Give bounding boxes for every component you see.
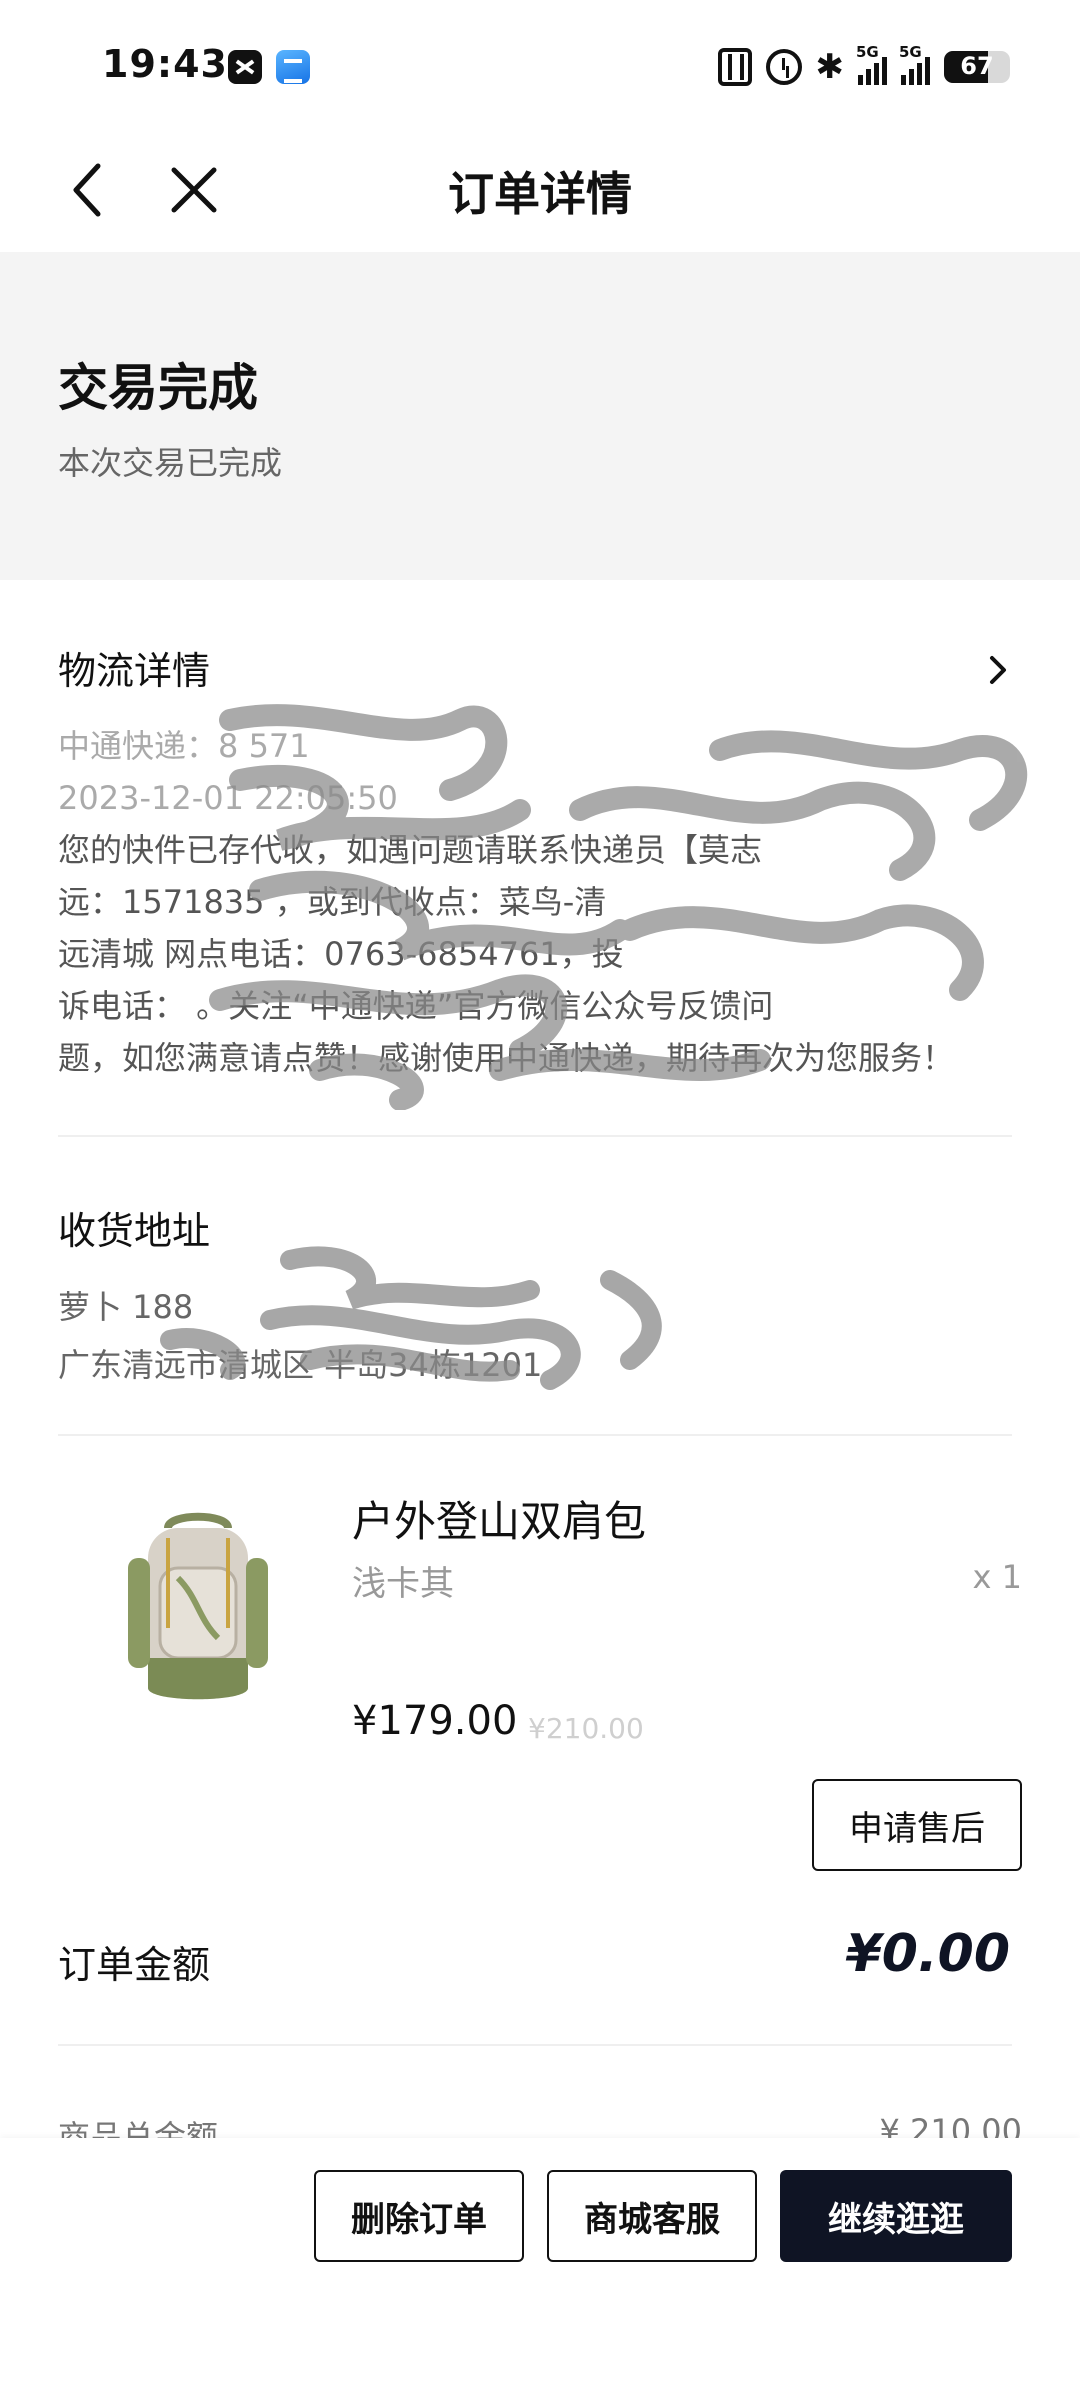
logistics-message-line: 题，如您满意请点赞！感谢使用中通快递，期待再次为您服务！: [58, 1039, 955, 1077]
page-title: 订单详情: [448, 167, 632, 221]
bottom-action-bar: 删除订单 商城客服 继续逛逛: [0, 2138, 1080, 2392]
network-type-label: 5G: [856, 43, 879, 61]
order-status-subtitle: 本次交易已完成: [58, 444, 283, 482]
carrier-name: 中通快递: [58, 727, 187, 765]
alarm-icon: [765, 49, 802, 85]
logistics-message-line: 远清城 网点电话：0763-6854761，投: [58, 935, 624, 973]
logistics-message-line: 诉电话： 。关注“中通快递”官方微信公众号反馈问: [58, 987, 774, 1025]
nav-header: 订单详情: [0, 130, 1080, 252]
address-line: 广东清远市清城区 半岛34栋1201: [58, 1346, 543, 1384]
product-original-price: ¥210.00: [528, 1712, 644, 1745]
recipient-line: 萝卜 188: [58, 1288, 194, 1326]
nfc-icon: [717, 48, 752, 86]
order-status-banner: 交易完成 本次交易已完成: [0, 252, 1080, 580]
status-icons: ✱ 5G 5G 67: [717, 43, 1010, 90]
stack-app-icon: [276, 50, 310, 84]
network-type-label: 5G: [899, 43, 922, 61]
product-quantity: x 1: [972, 1558, 1022, 1596]
tracking-line: 中通快递：8 571: [58, 727, 310, 765]
delete-order-button[interactable]: 删除订单: [314, 2170, 524, 2262]
battery-level: 67: [960, 52, 994, 80]
logistics-info[interactable]: 中通快递：8 571 2023-12-01 22:05:50 您的快件已存代收，…: [58, 720, 1018, 1084]
status-bar: 19:43 ✱ 5G 5G 67: [0, 0, 1080, 130]
aftersale-button[interactable]: 申请售后: [812, 1779, 1022, 1871]
divider: [58, 2044, 1012, 2046]
customer-service-button[interactable]: 商城客服: [547, 2170, 757, 2262]
product-image[interactable]: [108, 1508, 288, 1718]
battery-icon: 67: [944, 51, 1010, 83]
logistics-message-line: 您的快件已存代收，如遇问题请联系快递员【莫志: [58, 831, 763, 869]
continue-shopping-button[interactable]: 继续逛逛: [780, 2170, 1012, 2262]
status-time: 19:43: [102, 42, 228, 86]
signal-icon: 5G: [899, 43, 930, 85]
address-title: 收货地址: [58, 1209, 211, 1253]
order-status-title: 交易完成: [58, 359, 258, 417]
product-price: ¥179.00: [352, 1698, 518, 1744]
capcut-app-icon: [228, 50, 262, 84]
logistics-message-line: 远：1571835 ，或到代收点：菜鸟-清: [58, 883, 607, 921]
signal-icon: 5G: [856, 43, 887, 85]
divider: [58, 1135, 1012, 1137]
divider: [58, 1434, 1012, 1436]
product-spec: 浅卡其: [352, 1564, 454, 1604]
tracking-number: 8 571: [218, 727, 310, 765]
logistics-title[interactable]: 物流详情: [58, 640, 210, 695]
bluetooth-icon: ✱: [815, 47, 845, 87]
order-amount-label: 订单金额: [58, 1943, 211, 1987]
product-name[interactable]: 户外登山双肩包: [352, 1488, 646, 1549]
chevron-right-icon[interactable]: [984, 650, 1012, 690]
address-info: 萝卜 188 广东清远市清城区 半岛34栋1201: [58, 1278, 1018, 1394]
order-amount-value: ¥0.00: [845, 1924, 1010, 1984]
logistics-date: 2023-12-01 22:05:50: [58, 779, 398, 817]
